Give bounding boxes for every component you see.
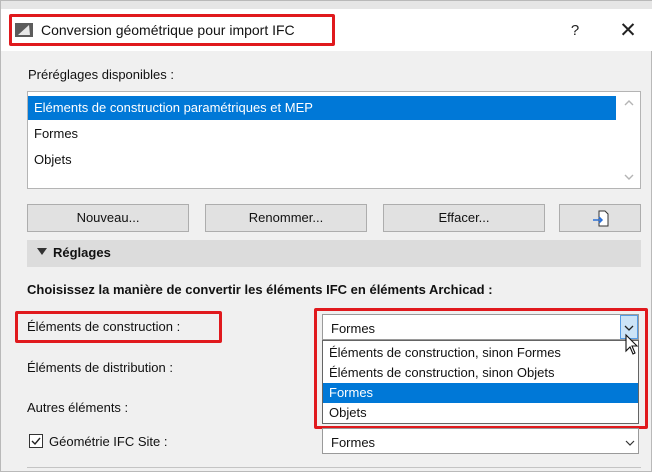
dropdown-option-objets[interactable]: Objets [323,403,638,423]
ifc-site-label: Géométrie IFC Site : [49,434,168,449]
archicad-app-icon [15,23,33,37]
preset-item-formes[interactable]: Formes [28,122,616,146]
import-icon [593,210,609,227]
ifc-site-value: Formes [331,435,376,450]
presets-label: Préréglages disponibles : [28,67,174,82]
checkmark-icon [31,437,41,446]
construction-dropdown-list[interactable]: Éléments de construction, sinon Formes É… [322,340,639,424]
new-preset-button[interactable]: Nouveau... [27,204,189,232]
presets-list[interactable]: Eléments de construction paramétriques e… [27,91,641,189]
delete-preset-button[interactable]: Effacer... [383,204,545,232]
import-preset-button[interactable] [559,204,641,232]
collapse-arrow-icon [37,248,47,255]
construction-elements-value: Formes [331,321,376,336]
conversion-instruction: Choisissez la manière de convertir les é… [27,282,493,297]
settings-section-title: Réglages [53,245,111,260]
construction-elements-select[interactable]: Formes [322,314,639,340]
dropdown-option-formes[interactable]: Formes [323,383,638,403]
distribution-elements-label: Éléments de distribution : [27,360,173,375]
scroll-up-icon[interactable] [622,96,636,110]
bottom-divider [27,467,641,468]
chevron-down-icon [624,325,634,331]
close-button[interactable]: ✕ [613,17,643,43]
dropdown-option-construction-else-objets[interactable]: Éléments de construction, sinon Objets [323,363,638,383]
mouse-cursor-icon [625,333,639,355]
preset-item-objets[interactable]: Objets [28,148,616,172]
rename-preset-button[interactable]: Renommer... [205,204,367,232]
chevron-down-icon [625,440,635,446]
other-elements-label: Autres éléments : [27,400,129,415]
dropdown-option-construction-else-formes[interactable]: Éléments de construction, sinon Formes [323,343,638,363]
scroll-down-icon[interactable] [622,170,636,184]
preset-item-parametric-mep[interactable]: Eléments de construction paramétriques e… [28,96,616,120]
window-top-strip [1,1,652,9]
window-title: Conversion géométrique pour import IFC [41,22,295,38]
ifc-site-select[interactable]: Formes [322,428,639,454]
settings-section-header[interactable]: Réglages [27,240,641,267]
help-button[interactable]: ? [562,19,588,43]
construction-elements-label: Éléments de construction : [27,319,181,334]
ifc-conversion-dialog: Conversion géométrique pour import IFC ?… [0,0,652,472]
ifc-site-checkbox[interactable] [29,434,43,448]
